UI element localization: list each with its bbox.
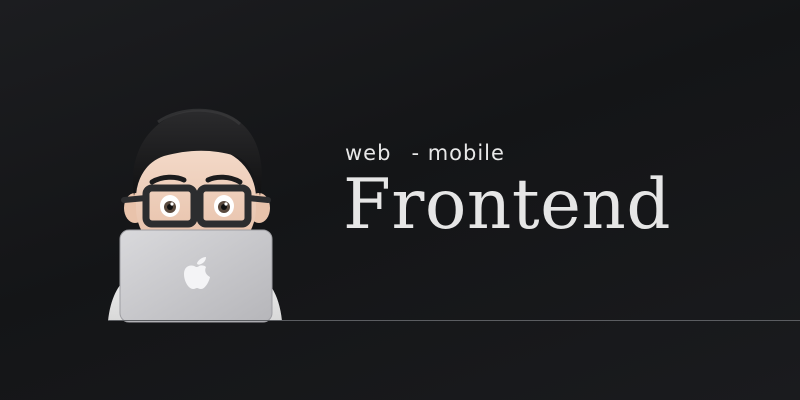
horizon-divider xyxy=(108,320,800,321)
developer-avatar-icon xyxy=(100,100,290,324)
frontend-banner: web - mobile Frontend xyxy=(0,0,800,400)
tagline-web: web xyxy=(345,141,392,165)
glasses-icon xyxy=(121,184,271,228)
tagline: web - mobile xyxy=(345,141,505,165)
tagline-mobile: - mobile xyxy=(411,141,505,165)
page-title: Frontend xyxy=(343,165,672,245)
